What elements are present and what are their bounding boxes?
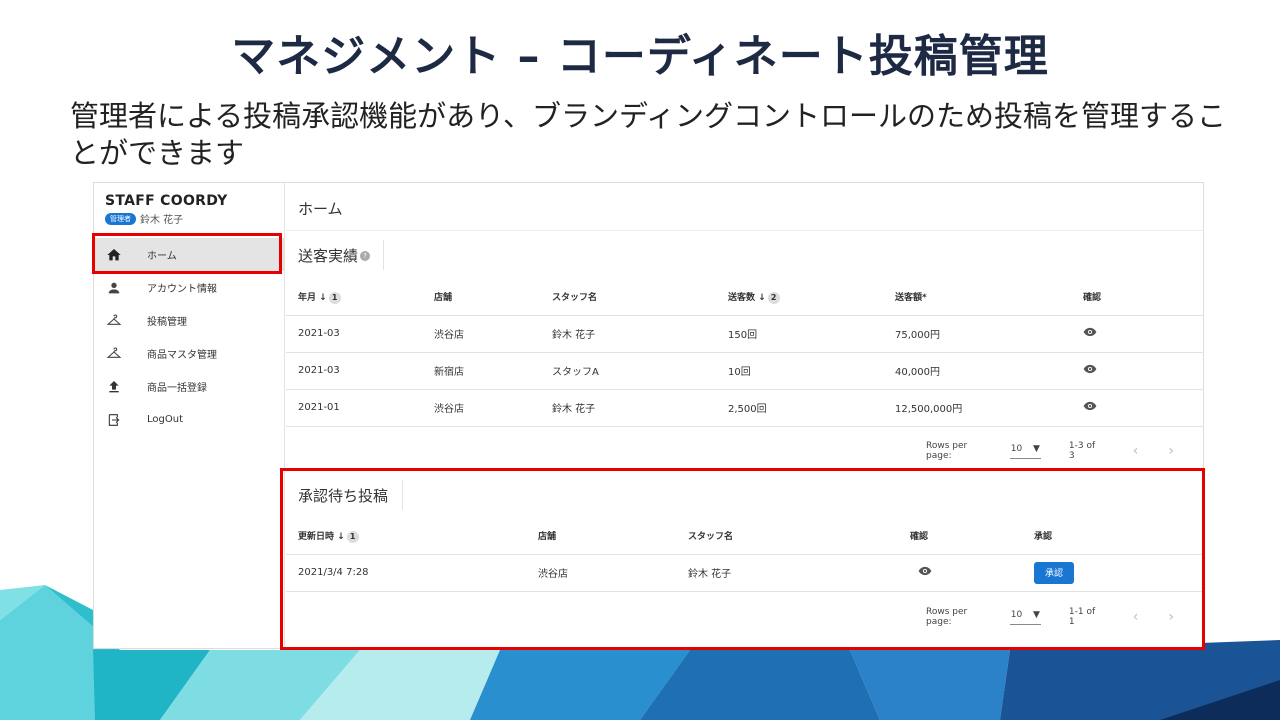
rows-per-page-select[interactable]: 10 ▼ <box>1009 443 1041 459</box>
cell-check <box>1083 352 1204 390</box>
column-header-amount: 送客額* <box>895 279 1083 316</box>
cell-amount: 75,000円 <box>895 315 1083 353</box>
sidebar-item-label: LogOut <box>147 414 183 425</box>
cell-staff: 鈴木 花子 <box>552 389 728 427</box>
user-info: 管理者 鈴木 花子 <box>105 211 183 226</box>
cell-amount: 40,000円 <box>895 352 1083 390</box>
sales-section-title: 送客実績 ? <box>298 245 371 266</box>
rows-per-page-label: Rows per page: <box>926 441 968 461</box>
column-header-staff: スタッフ名 <box>552 279 728 316</box>
page-range: 1-3 of 3 <box>1068 441 1096 461</box>
sidebar-item-label: アカウント情報 <box>147 284 217 295</box>
cell-check <box>1083 389 1204 427</box>
hanger-icon <box>106 313 122 329</box>
cell-check <box>1083 315 1204 353</box>
cell-count: 150回 <box>728 315 895 353</box>
prev-page-icon[interactable]: ‹ <box>1133 443 1139 459</box>
role-badge: 管理者 <box>105 212 136 225</box>
upload-icon <box>106 379 122 395</box>
brand-logo: STAFF COORDY <box>105 193 228 209</box>
cell-staff: 鈴木 花子 <box>552 315 728 353</box>
rows-per-page-value: 10 <box>1010 443 1023 454</box>
next-page-icon[interactable]: › <box>1168 443 1174 459</box>
sidebar-item-bulk-upload[interactable]: 商品一括登録 <box>94 370 284 403</box>
sidebar-item-label: 商品一括登録 <box>147 383 207 394</box>
column-label: 送客数 <box>728 292 756 303</box>
sidebar-item-label: 商品マスタ管理 <box>147 350 217 361</box>
dropdown-arrow-icon: ▼ <box>1032 443 1040 454</box>
cell-store: 渋谷店 <box>434 389 552 427</box>
cell-month: 2021-03 <box>286 352 434 390</box>
cell-store: 渋谷店 <box>434 315 552 353</box>
table-row: 2021-03 渋谷店 鈴木 花子 150回 75,000円 <box>286 315 1204 353</box>
column-header-count[interactable]: 送客数 ↓ 2 <box>728 279 895 316</box>
sidebar-item-label: 投稿管理 <box>147 317 187 328</box>
column-label: 年月 <box>298 292 317 303</box>
cell-count: 2,500回 <box>728 389 895 427</box>
slide-subtitle: 管理者による投稿承認機能があり、ブランディングコントロールのため投稿を管理するこ… <box>70 99 1226 170</box>
sales-pagination: Rows per page: 10 ▼ 1-3 of 3 ‹ › <box>926 441 1204 461</box>
sidebar-item-posts[interactable]: 投稿管理 <box>94 304 284 337</box>
column-header-check: 確認 <box>1083 279 1204 316</box>
hanger-icon <box>106 346 122 362</box>
cell-store: 新宿店 <box>434 352 552 390</box>
header-divider <box>286 230 1204 231</box>
page-title: ホーム <box>298 200 343 218</box>
logout-icon <box>106 412 122 428</box>
help-icon[interactable]: ? <box>360 250 371 261</box>
sidebar-item-logout[interactable]: LogOut <box>94 403 284 436</box>
cell-month: 2021-03 <box>286 315 434 353</box>
highlight-box-home <box>92 233 282 274</box>
table-header-row: 年月 ↓ 1 店舗 スタッフ名 送客数 ↓ 2 送客額* 確認 <box>286 279 1204 316</box>
sidebar-item-account[interactable]: アカウント情報 <box>94 271 284 304</box>
eye-icon[interactable] <box>1083 401 1097 411</box>
cell-count: 10回 <box>728 352 895 390</box>
sales-title-text: 送客実績 <box>298 247 359 265</box>
user-name: 鈴木 花子 <box>140 215 184 226</box>
person-icon <box>106 280 122 296</box>
sort-badge: 2 <box>767 291 780 304</box>
cell-month: 2021-01 <box>286 389 434 427</box>
slide-title: マネジメント – コーディネート投稿管理 <box>231 31 1049 82</box>
sort-badge: 1 <box>328 291 341 304</box>
eye-icon[interactable] <box>1083 364 1097 374</box>
table-row: 2021-03 新宿店 スタッフA 10回 40,000円 <box>286 352 1204 390</box>
column-header-store: 店舗 <box>434 279 552 316</box>
sales-table: 年月 ↓ 1 店舗 スタッフ名 送客数 ↓ 2 送客額* 確認 2021-03 渋谷… <box>286 279 1204 427</box>
table-row: 2021-01 渋谷店 鈴木 花子 2,500回 12,500,000円 <box>286 389 1204 427</box>
eye-icon[interactable] <box>1083 327 1097 337</box>
cell-amount: 12,500,000円 <box>895 389 1083 427</box>
column-header-month[interactable]: 年月 ↓ 1 <box>286 279 434 316</box>
section-divider <box>383 240 384 270</box>
sidebar-item-products[interactable]: 商品マスタ管理 <box>94 337 284 370</box>
cell-staff: スタッフA <box>552 352 728 390</box>
highlight-box-pending <box>280 468 1205 650</box>
